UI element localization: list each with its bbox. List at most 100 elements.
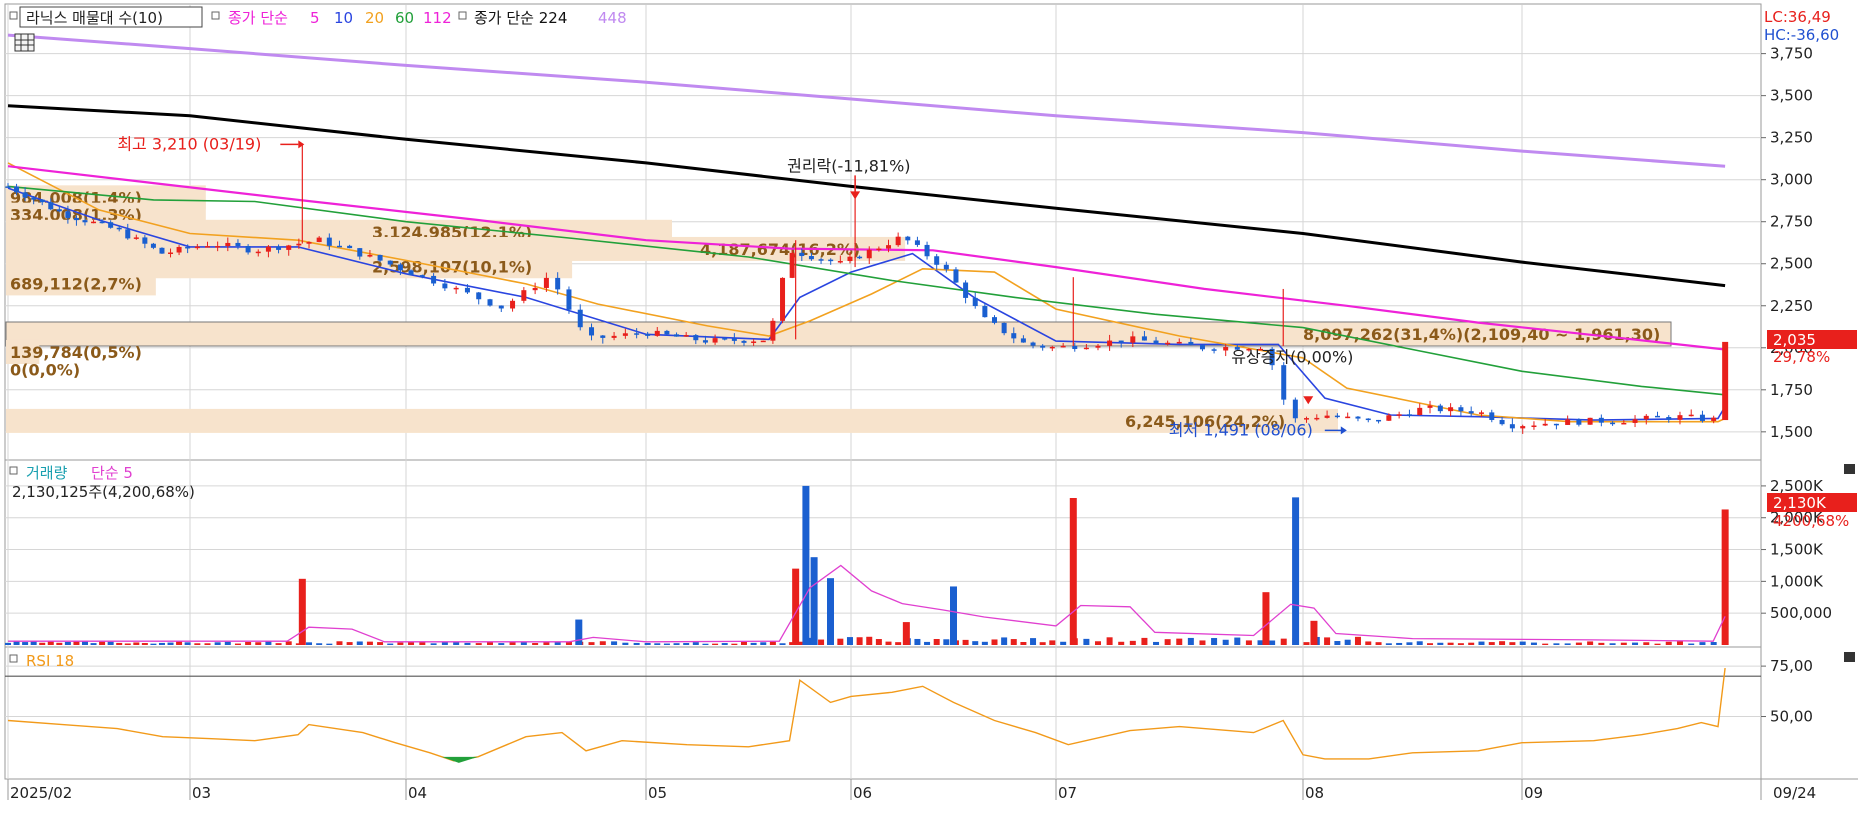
volume-profile-label: 689,112(2,7%) bbox=[10, 274, 142, 293]
price-legend: 라닉스 매물대 수(10) 종가 단순 5 10 20 60 112 종가 단순… bbox=[9, 6, 627, 52]
volume-panel-frame bbox=[4, 459, 1762, 648]
volume-bar bbox=[1519, 641, 1526, 645]
candle-body bbox=[387, 260, 393, 265]
volume-bar bbox=[1094, 641, 1101, 645]
candle-body bbox=[73, 217, 79, 221]
volume-bar bbox=[124, 643, 131, 645]
volume-bar bbox=[1344, 639, 1351, 645]
candle-body bbox=[1040, 345, 1046, 348]
candle-body bbox=[837, 261, 843, 263]
candle-body bbox=[664, 330, 670, 335]
volume-title: 거래량 bbox=[26, 464, 68, 482]
candle-body bbox=[1587, 417, 1593, 425]
candle-body bbox=[654, 330, 660, 336]
volume-toggle-icon[interactable] bbox=[9, 466, 18, 475]
candle-body bbox=[702, 340, 708, 343]
candle-body bbox=[751, 341, 757, 343]
volume-bar bbox=[1553, 643, 1560, 645]
volume-bar bbox=[150, 643, 157, 645]
volume-bar bbox=[846, 637, 853, 645]
volume-bar bbox=[1280, 638, 1287, 645]
ma-line-10 bbox=[7, 162, 1726, 423]
stock-chart-svg[interactable]: 984,008(1,4%)334,008(1,3%)3,124,985(12,1… bbox=[0, 0, 1863, 810]
volume-bar bbox=[554, 642, 561, 645]
candle-body bbox=[1509, 424, 1515, 429]
annotation-rights: 권리락(-11,81%) bbox=[787, 156, 910, 175]
candle-body bbox=[142, 237, 148, 244]
volume-bar bbox=[336, 641, 343, 645]
candle-body bbox=[886, 245, 892, 249]
candle-body bbox=[1324, 415, 1330, 418]
candle-body bbox=[408, 270, 414, 276]
volume-bar bbox=[430, 643, 437, 645]
volume-bar bbox=[712, 643, 719, 645]
volume-spike-bar bbox=[1262, 592, 1270, 645]
candle-body bbox=[235, 242, 241, 247]
volume-bar bbox=[599, 641, 606, 645]
candle-body bbox=[1427, 405, 1433, 408]
table-icon[interactable] bbox=[14, 33, 35, 52]
candle-body bbox=[828, 259, 834, 262]
candle-body bbox=[31, 197, 37, 200]
rsi-line-layer bbox=[7, 668, 1726, 763]
volume-bar bbox=[234, 643, 241, 645]
rsi-toggle-icon[interactable] bbox=[9, 654, 18, 663]
candle-body bbox=[150, 243, 156, 248]
rsi-panel-close-icon[interactable] bbox=[1844, 652, 1855, 662]
volume-bar bbox=[158, 642, 165, 645]
volume-bar bbox=[90, 643, 97, 645]
candle-body bbox=[367, 254, 373, 257]
candle-body bbox=[1531, 425, 1537, 428]
volume-bar bbox=[1141, 637, 1148, 645]
candle-body bbox=[634, 333, 640, 335]
candle-body bbox=[377, 254, 383, 261]
volume-bar bbox=[663, 643, 670, 645]
candle-body bbox=[159, 247, 165, 254]
rsi-panel-frame bbox=[4, 646, 1762, 780]
volume-bar bbox=[73, 641, 80, 645]
volume-bar bbox=[346, 642, 353, 645]
volume-bar bbox=[5, 642, 11, 645]
rsi-title: RSI 18 bbox=[26, 652, 74, 670]
candle-body bbox=[1448, 407, 1454, 412]
candle-body-last bbox=[1722, 341, 1729, 421]
annotation-high: 최고 3,210 (03/19) bbox=[117, 134, 261, 153]
volume-bar bbox=[740, 641, 747, 645]
ma-legend-20: 20 bbox=[365, 9, 384, 27]
long-ma-legend-448: 448 bbox=[598, 9, 627, 27]
candle-body bbox=[204, 246, 210, 248]
volume-bar bbox=[731, 643, 738, 645]
last-price-label: 2,035 bbox=[1773, 331, 1816, 349]
annotation-high-arrowhead bbox=[298, 140, 305, 149]
candle-body bbox=[1688, 414, 1694, 417]
long-ma-toggle-icon[interactable] bbox=[458, 11, 467, 20]
ma-legend-toggle-icon[interactable] bbox=[211, 11, 220, 20]
candle-body bbox=[22, 192, 28, 198]
candle-body bbox=[589, 327, 595, 336]
rsi-tick-label: 50,00 bbox=[1770, 708, 1813, 726]
volume-panel-close-icon[interactable] bbox=[1844, 464, 1855, 474]
volume-subtitle: 2,130,125주(4,200,68%) bbox=[12, 483, 195, 501]
volume-bar bbox=[441, 642, 448, 645]
chart-title: 라닉스 매물대 수(10) bbox=[26, 9, 163, 27]
rsi-tick-label: 75,00 bbox=[1770, 657, 1813, 675]
candle-body bbox=[741, 340, 747, 343]
volume-bar bbox=[1153, 641, 1160, 645]
candle-body bbox=[1130, 336, 1136, 343]
candle-body bbox=[326, 237, 332, 246]
volume-bar bbox=[498, 643, 505, 645]
candle-body bbox=[1334, 415, 1340, 418]
candle-body bbox=[1118, 340, 1124, 343]
volume-bar bbox=[224, 641, 231, 645]
volume-bar bbox=[377, 642, 384, 645]
annotation-rights-arrowhead bbox=[850, 191, 861, 200]
candle-body bbox=[176, 246, 182, 253]
stock-chart[interactable]: 984,008(1,4%) 334,008(1,3%) 3,124,985(12,1… bbox=[0, 0, 1863, 810]
volume-bar bbox=[1199, 640, 1206, 645]
volume-bar bbox=[1478, 641, 1485, 645]
volume-bar bbox=[683, 643, 690, 645]
legend-toggle-icon[interactable] bbox=[9, 11, 18, 20]
volume-tick-label: 1,500K bbox=[1770, 541, 1824, 559]
volume-bar bbox=[760, 642, 767, 645]
candle-body bbox=[818, 259, 824, 261]
